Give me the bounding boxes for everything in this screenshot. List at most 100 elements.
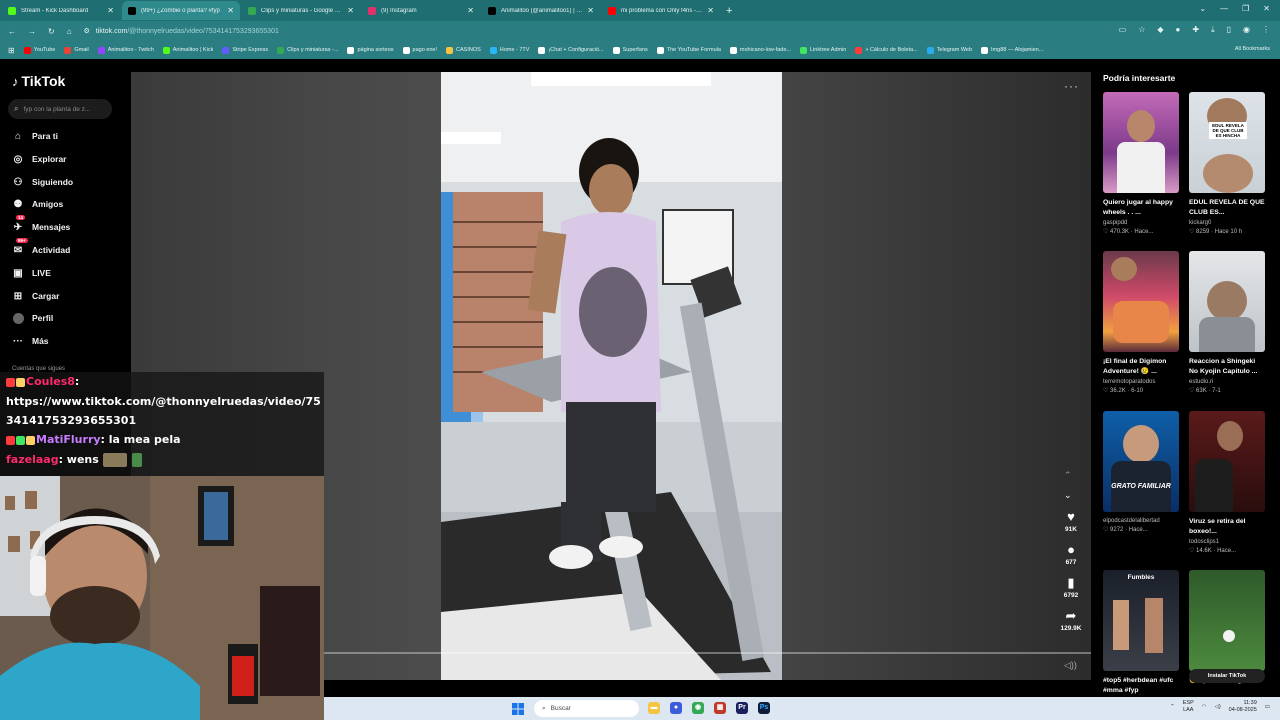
- clock-time: 11:39: [1243, 700, 1257, 706]
- previous-video-arrow-icon[interactable]: ⌃: [1064, 470, 1072, 481]
- photoshop-icon[interactable]: Ps: [758, 702, 770, 714]
- bookmark-item[interactable]: The YouTube Formula: [656, 46, 721, 54]
- maximize-icon[interactable]: ❐: [1242, 4, 1249, 13]
- app-icon[interactable]: ▦: [714, 702, 726, 714]
- sidepanel-icon[interactable]: ▯: [1227, 25, 1231, 35]
- like-button[interactable]: ♥ 91K: [1056, 510, 1086, 534]
- sidebar-item-mensajes[interactable]: ✈ 14 Mensajes: [12, 215, 70, 233]
- tiktok-logo[interactable]: ♪ TikTok: [12, 73, 65, 89]
- next-video-arrow-icon[interactable]: ⌄: [1064, 490, 1072, 501]
- windows-start-icon[interactable]: [512, 702, 524, 715]
- browser-tab[interactable]: Animalitoo (@animalitoo1) | TikTok✕: [482, 1, 600, 20]
- volume-icon[interactable]: ◁)): [1064, 660, 1077, 671]
- site-info-icon[interactable]: ⚙: [84, 27, 90, 35]
- rec-card[interactable]: ¡El final de Digimon Adventure! 😢 ... te…: [1103, 251, 1179, 394]
- rec-card[interactable]: Quiero jugar al happy wheels . . ... gas…: [1103, 92, 1179, 235]
- taskbar-search-input[interactable]: ⌕ Buscar: [534, 700, 639, 717]
- premiere-icon[interactable]: Pr: [736, 702, 748, 714]
- bookmark-item[interactable]: Stripe Express: [222, 46, 268, 54]
- video-progress-bar[interactable]: [323, 652, 1091, 654]
- extensions-puzzle-icon[interactable]: ✚: [1192, 25, 1199, 35]
- bookmark-item[interactable]: Gmail: [64, 46, 89, 54]
- bookmark-item[interactable]: Animalitoo - Twitch: [97, 46, 154, 54]
- comment-button[interactable]: ● 677: [1056, 543, 1086, 567]
- browser-tab[interactable]: (9) Instagram ✕: [362, 1, 480, 20]
- sidebar-item-siguiendo[interactable]: ⚇ Siguiendo: [12, 176, 74, 188]
- back-icon[interactable]: ←: [8, 27, 16, 36]
- bookmark-item[interactable]: Telegram Web: [926, 46, 972, 54]
- bookmark-item[interactable]: Img88 — Alojamien...: [981, 46, 1043, 54]
- new-tab-button[interactable]: +: [726, 5, 732, 17]
- home-icon[interactable]: ⌂: [67, 27, 72, 36]
- bookmark-item[interactable]: Superfans: [612, 46, 648, 54]
- save-button[interactable]: ▮ 6792: [1056, 576, 1086, 600]
- bookmark-item[interactable]: CASINOS: [446, 46, 481, 54]
- close-icon[interactable]: ✕: [227, 6, 234, 15]
- video-more-options-icon[interactable]: ···: [1064, 79, 1079, 93]
- close-icon[interactable]: ✕: [347, 6, 354, 15]
- browser-tab[interactable]: Clips y miniaturas - Google Drive ✕: [242, 1, 360, 20]
- bookmark-star-icon[interactable]: ☆: [1138, 25, 1145, 35]
- apps-icon[interactable]: ⊞: [8, 46, 15, 55]
- notifications-icon[interactable]: ▭: [1265, 704, 1270, 710]
- bookmark-item[interactable]: pago ene!: [402, 46, 437, 54]
- chrome-icon[interactable]: ◉: [692, 702, 704, 714]
- download-icon[interactable]: ⤓: [1211, 25, 1215, 35]
- share-count: 129.9K: [1060, 625, 1082, 632]
- sidebar-item-amigos[interactable]: ⚉ Amigos: [12, 198, 64, 210]
- bookmark-item[interactable]: Linktree Admin: [799, 46, 846, 54]
- sidebar-item-actividad[interactable]: ✉ 99+ Actividad: [12, 238, 70, 256]
- wifi-icon[interactable]: ◠: [1202, 704, 1207, 710]
- browser-tab[interactable]: mi problema con Only f4ns - YouTube ✕: [602, 1, 720, 20]
- close-window-icon[interactable]: ✕: [1263, 4, 1270, 13]
- extension-icon[interactable]: ◆: [1157, 25, 1163, 35]
- all-bookmarks-button[interactable]: All Bookmarks: [1235, 46, 1270, 52]
- bookmark-item[interactable]: Home - 7TV: [489, 46, 529, 54]
- sidebar-item-mas[interactable]: ··· Más: [12, 335, 49, 347]
- bookmark-item[interactable]: Animalitoo | Kick: [162, 46, 213, 54]
- rec-card[interactable]: Viruz se retira del boxeo!... todosclips…: [1189, 411, 1265, 554]
- tab-favicon-icon: [8, 6, 16, 15]
- app-icon[interactable]: ●: [670, 702, 682, 714]
- bookmark-item[interactable]: » Cálculo de Boleta...: [855, 46, 918, 54]
- rec-card[interactable]: EDUL REVELA DE QUE CLUB ES HINCHA EDUL R…: [1189, 92, 1265, 235]
- sidebar-item-cargar[interactable]: ⊞ Cargar: [12, 290, 60, 302]
- bookmark-item[interactable]: mohicano-low-fade...: [729, 46, 791, 54]
- clock[interactable]: 11:39 04-08-2025: [1229, 700, 1257, 714]
- close-icon[interactable]: ✕: [107, 6, 114, 15]
- language-indicator[interactable]: ESP LAA: [1183, 700, 1194, 714]
- rec-card[interactable]: Fumbles #top5 #herbdean #ufc #mma #fyp: [1103, 570, 1179, 696]
- sidebar-item-live[interactable]: ▣ LIVE: [12, 267, 51, 279]
- rec-card[interactable]: Reaccion a Shingeki No Kyojin Capitulo .…: [1189, 251, 1265, 394]
- tray-overflow-icon[interactable]: ⌃: [1170, 704, 1175, 710]
- bookmark-item[interactable]: página sorteos: [347, 46, 394, 54]
- forward-icon[interactable]: →: [28, 27, 36, 36]
- close-icon[interactable]: ✕: [587, 6, 594, 15]
- volume-icon[interactable]: ◁): [1215, 704, 1221, 710]
- rec-card[interactable]: GRATO FAMILIAR elpodcastdelalibertad ♡ 9…: [1103, 411, 1179, 533]
- bookmark-item[interactable]: Clips y miniaturas -...: [277, 46, 338, 54]
- share-button[interactable]: ➦ 129.9K: [1056, 609, 1086, 633]
- sidebar-item-para-ti[interactable]: ⌂ Para ti: [12, 130, 58, 142]
- sidebar-item-perfil[interactable]: Perfil: [12, 312, 53, 324]
- video-player[interactable]: [441, 72, 782, 680]
- browser-tab-active[interactable]: (99+) ¿Zombie o planta? #fyp ✕: [122, 1, 240, 20]
- profile-avatar-icon[interactable]: ◉: [1243, 25, 1250, 35]
- bookmark-item[interactable]: ¡Chat + Configuració...: [538, 46, 604, 54]
- cast-icon[interactable]: ▭: [1119, 25, 1127, 35]
- search-input[interactable]: ⌕ fyp con la planta de z...: [8, 99, 112, 119]
- url-field[interactable]: tiktok.com/@thonnyelruedas/video/7534141…: [96, 28, 279, 35]
- file-explorer-icon[interactable]: ▬: [648, 702, 660, 714]
- close-icon[interactable]: ✕: [707, 6, 714, 15]
- browser-tab[interactable]: Stream - Kick Dashboard ✕: [2, 1, 120, 20]
- menu-kebab-icon[interactable]: ⋮: [1262, 25, 1270, 35]
- sidebar-item-explorar[interactable]: ◎ Explorar: [12, 153, 67, 165]
- extension-icon[interactable]: ●: [1176, 25, 1181, 35]
- bookmark-item[interactable]: YouTube: [23, 46, 55, 54]
- bookmarks-bar: ⊞ YouTube Gmail Animalitoo - Twitch Animali…: [0, 41, 1280, 59]
- reload-icon[interactable]: ↻: [48, 27, 55, 36]
- minimize-icon[interactable]: —: [1220, 4, 1228, 13]
- close-icon[interactable]: ✕: [467, 6, 474, 15]
- install-tiktok-button[interactable]: Instalar TikTok: [1189, 669, 1265, 683]
- tab-search-icon[interactable]: ⌄: [1199, 4, 1206, 13]
